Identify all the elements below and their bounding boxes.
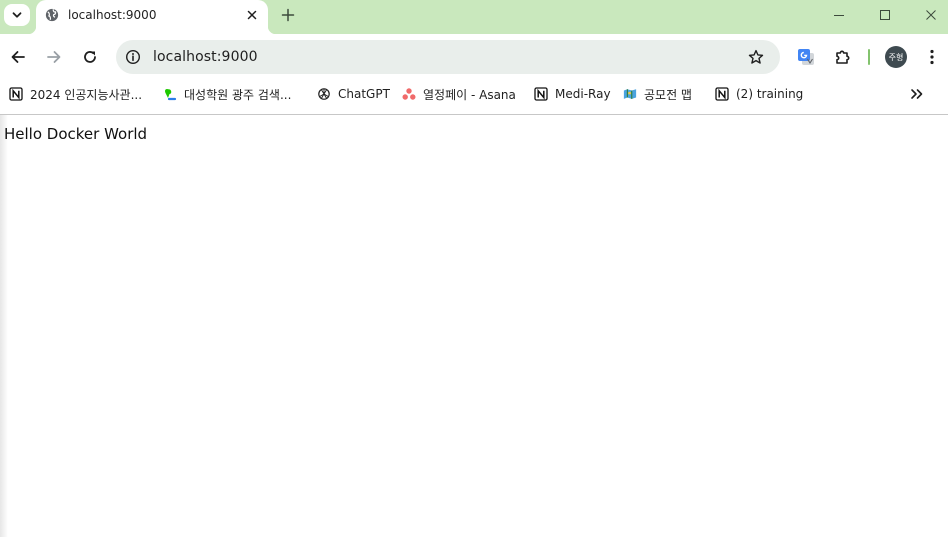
notion-icon xyxy=(9,87,23,101)
bookmarks-bar: 2024 인공지능사관... 대성학원 광주 검색... ChatGPT 열정페… xyxy=(0,80,948,108)
bookmark-label: 대성학원 광주 검색... xyxy=(184,87,292,102)
url-text[interactable]: localhost:9000 xyxy=(153,49,258,65)
site-info-button[interactable] xyxy=(124,48,142,66)
info-icon xyxy=(125,49,141,65)
bookmark-item[interactable]: ChatGPT xyxy=(317,85,390,103)
close-icon xyxy=(926,10,936,20)
bookmark-label: ChatGPT xyxy=(338,87,390,101)
reload-button[interactable] xyxy=(78,45,102,69)
minimize-button[interactable] xyxy=(829,6,849,24)
bookmark-item[interactable]: 공모전 맵 xyxy=(623,85,692,103)
translate-icon xyxy=(798,49,814,65)
toolbar-divider xyxy=(868,49,870,65)
map-icon xyxy=(623,87,637,101)
active-tab[interactable]: localhost:9000 xyxy=(28,0,276,34)
bookmark-label: 열정페이 - Asana xyxy=(423,87,516,102)
viewport-edge-shadow xyxy=(0,115,8,537)
plus-icon xyxy=(281,8,295,22)
chevrons-right-icon xyxy=(911,89,923,99)
forward-button[interactable] xyxy=(42,45,66,69)
bookmark-item[interactable]: Medi-Ray xyxy=(534,85,611,103)
bookmark-label: Medi-Ray xyxy=(555,87,611,101)
arrow-right-icon xyxy=(47,51,61,63)
notion-icon xyxy=(715,87,729,101)
browser-toolbar: localhost:9000 주형 xyxy=(0,34,948,80)
bookmark-label: (2) training xyxy=(736,87,804,101)
openai-icon xyxy=(317,87,331,101)
translate-button[interactable] xyxy=(794,45,818,69)
bookmark-item[interactable]: 열정페이 - Asana xyxy=(402,85,516,103)
bookmark-star-button[interactable] xyxy=(746,47,766,67)
star-icon xyxy=(748,49,764,64)
bookmarks-overflow-button[interactable] xyxy=(907,85,927,103)
arrow-left-icon xyxy=(11,51,25,63)
address-bar[interactable]: localhost:9000 xyxy=(116,40,780,74)
puzzle-icon xyxy=(836,50,850,64)
bookmark-item[interactable]: (2) training xyxy=(715,85,803,103)
maximize-icon xyxy=(880,10,890,20)
tab-strip: localhost:9000 xyxy=(0,0,948,34)
extensions-button[interactable] xyxy=(831,45,855,69)
profile-avatar[interactable]: 주형 xyxy=(885,46,907,68)
bookmark-item[interactable]: 2024 인공지능사관... xyxy=(9,85,142,103)
more-vert-icon xyxy=(930,49,934,65)
maps-icon xyxy=(163,87,177,101)
page-body-text: Hello Docker World xyxy=(4,125,148,143)
bookmark-label: 2024 인공지능사관... xyxy=(30,87,143,102)
reload-icon xyxy=(84,51,96,63)
new-tab-button[interactable] xyxy=(278,5,298,25)
chevron-down-icon xyxy=(12,12,22,18)
maximize-button[interactable] xyxy=(875,6,895,24)
browser-menu-button[interactable] xyxy=(920,45,944,69)
back-button[interactable] xyxy=(6,45,30,69)
asana-icon xyxy=(402,87,416,101)
bookmark-item[interactable]: 대성학원 광주 검색... xyxy=(163,85,291,103)
bookmark-label: 공모전 맵 xyxy=(644,87,692,102)
window-close-button[interactable] xyxy=(921,6,941,24)
tab-close-button[interactable] xyxy=(244,7,260,23)
page-viewport: Hello Docker World xyxy=(0,115,948,537)
notion-icon xyxy=(534,87,548,101)
close-icon xyxy=(247,10,257,20)
tab-title: localhost:9000 xyxy=(68,8,157,22)
search-tabs-button[interactable] xyxy=(4,4,30,26)
minimize-icon xyxy=(834,15,844,16)
globe-icon xyxy=(45,8,59,22)
